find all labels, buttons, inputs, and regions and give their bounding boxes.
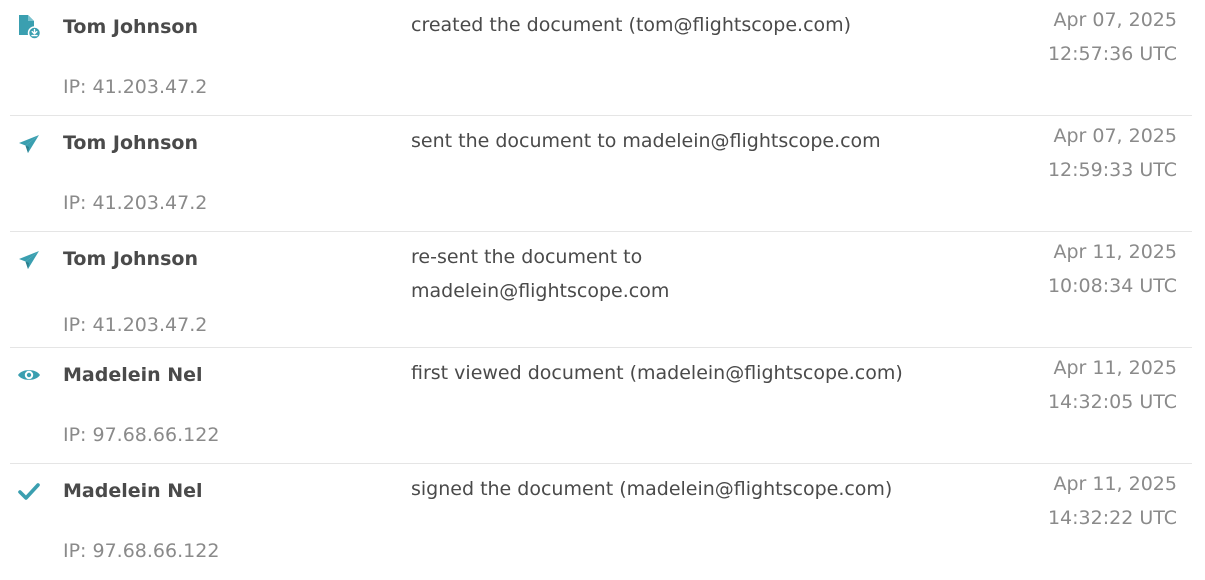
event-time: 10:08:34 UTC bbox=[1047, 275, 1177, 297]
audit-entry: Tom Johnson IP: 41.203.47.2 created the … bbox=[0, 0, 1205, 116]
actor-name: Madelein Nel bbox=[63, 364, 203, 386]
action-description: first viewed document (madelein@flightsc… bbox=[411, 362, 903, 384]
event-time: 14:32:05 UTC bbox=[1047, 391, 1177, 413]
event-date: Apr 11, 2025 bbox=[1053, 357, 1177, 379]
timestamp: Apr 07, 2025 12:59:33 UTC bbox=[1048, 119, 1177, 187]
paper-plane-icon bbox=[16, 130, 42, 156]
action-description: created the document (tom@flightscope.co… bbox=[411, 14, 852, 36]
event-time: 14:32:22 UTC bbox=[1047, 507, 1177, 529]
timestamp: Apr 11, 2025 14:32:05 UTC bbox=[1048, 351, 1177, 419]
actor-name: Tom Johnson bbox=[63, 16, 198, 38]
audit-trail: Tom Johnson IP: 41.203.47.2 created the … bbox=[0, 0, 1205, 578]
event-time: 12:59:33 UTC bbox=[1047, 159, 1177, 181]
eye-icon bbox=[16, 362, 42, 388]
event-date: Apr 07, 2025 bbox=[1053, 125, 1177, 147]
timestamp: Apr 11, 2025 10:08:34 UTC bbox=[1048, 235, 1177, 303]
action-description: re-sent the document to madelein@flights… bbox=[411, 246, 670, 302]
event-date: Apr 11, 2025 bbox=[1053, 241, 1177, 263]
paper-plane-icon bbox=[16, 246, 42, 272]
ip-address: IP: 41.203.47.2 bbox=[63, 76, 208, 98]
audit-entry: Madelein Nel IP: 97.68.66.122 signed the… bbox=[0, 464, 1205, 580]
actor-name: Tom Johnson bbox=[63, 132, 198, 154]
action-description: signed the document (madelein@flightscop… bbox=[411, 478, 893, 500]
ip-address: IP: 97.68.66.122 bbox=[63, 424, 220, 446]
event-date: Apr 11, 2025 bbox=[1053, 473, 1177, 495]
audit-entry: Tom Johnson IP: 41.203.47.2 sent the doc… bbox=[0, 116, 1205, 232]
checkmark-icon bbox=[16, 478, 42, 504]
event-time: 12:57:36 UTC bbox=[1047, 43, 1177, 65]
document-created-icon bbox=[16, 14, 42, 40]
ip-address: IP: 97.68.66.122 bbox=[63, 540, 220, 562]
ip-address: IP: 41.203.47.2 bbox=[63, 192, 208, 214]
audit-entry: Tom Johnson IP: 41.203.47.2 re-sent the … bbox=[0, 232, 1205, 348]
timestamp: Apr 11, 2025 14:32:22 UTC bbox=[1048, 467, 1177, 535]
event-date: Apr 07, 2025 bbox=[1053, 9, 1177, 31]
actor-name: Tom Johnson bbox=[63, 248, 198, 270]
action-description: sent the document to madelein@flightscop… bbox=[411, 130, 881, 152]
audit-entry: Madelein Nel IP: 97.68.66.122 first view… bbox=[0, 348, 1205, 464]
ip-address: IP: 41.203.47.2 bbox=[63, 314, 208, 336]
actor-name: Madelein Nel bbox=[63, 480, 203, 502]
timestamp: Apr 07, 2025 12:57:36 UTC bbox=[1048, 3, 1177, 71]
